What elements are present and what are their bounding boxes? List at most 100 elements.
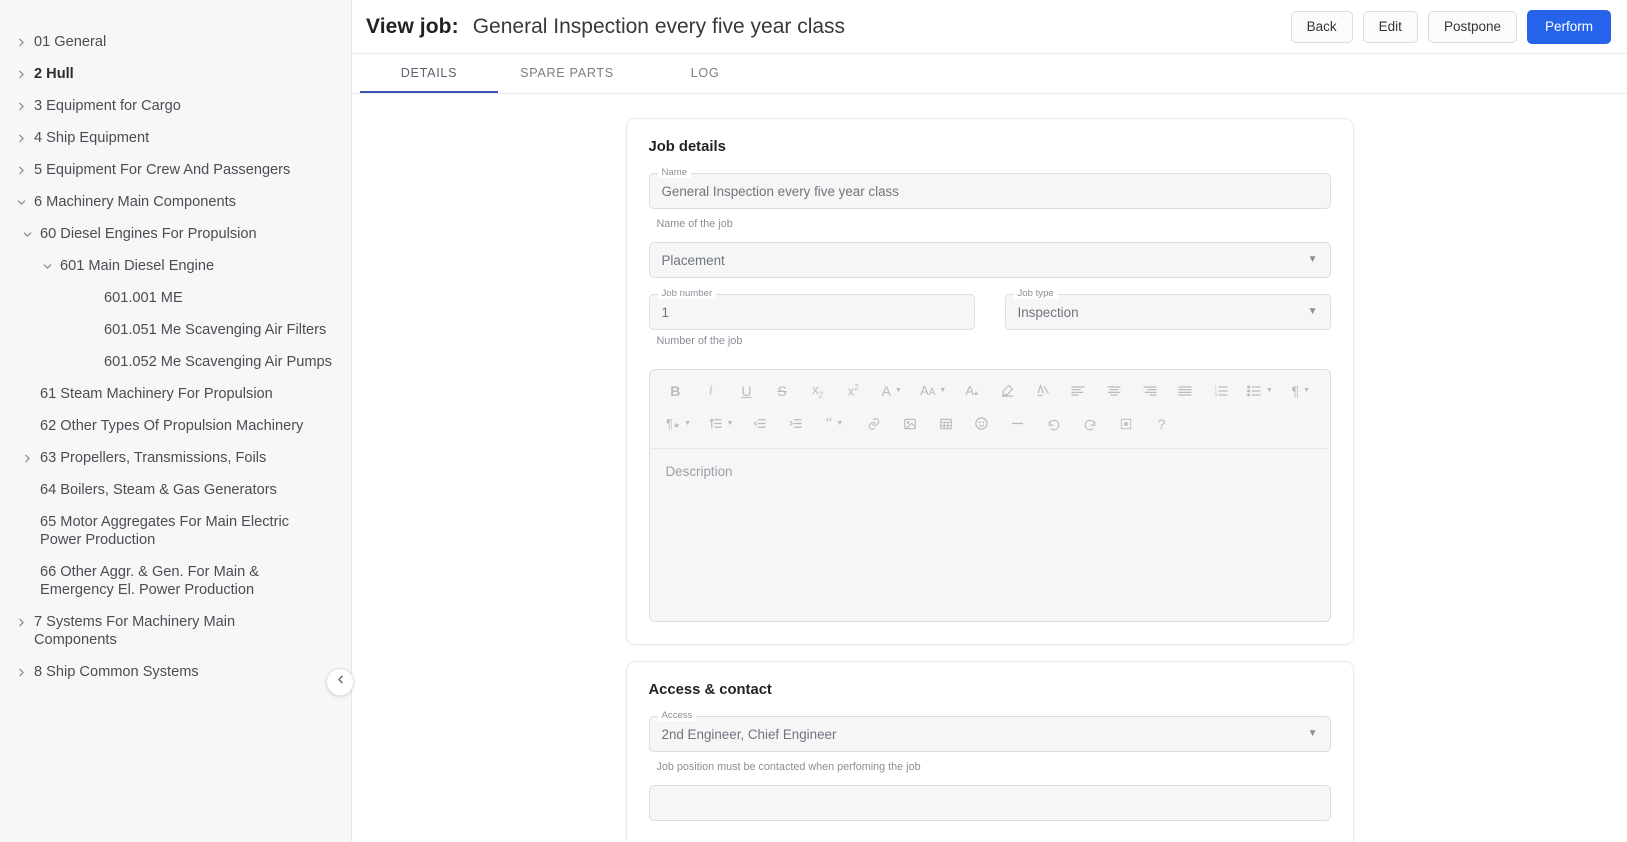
- sidebar-item-9[interactable]: 601.051 Me Scavenging Air Filters: [0, 314, 351, 346]
- sidebar-collapse-button[interactable]: [326, 668, 354, 696]
- chevron-right-icon[interactable]: [10, 663, 32, 681]
- sidebar-item-7[interactable]: 601 Main Diesel Engine: [0, 250, 351, 282]
- contact-select[interactable]: [648, 785, 1331, 821]
- sidebar-item-17[interactable]: 7 Systems For Machinery Main Components: [0, 606, 351, 656]
- link-icon[interactable]: [856, 410, 892, 438]
- chevron-left-icon: [334, 673, 347, 691]
- chevron-down-icon: ▼: [1307, 728, 1318, 739]
- sidebar-item-0[interactable]: 01 General: [0, 26, 351, 58]
- emoji-icon[interactable]: [964, 410, 1000, 438]
- sidebar-item-4[interactable]: 5 Equipment For Crew And Passengers: [0, 154, 351, 186]
- horizontal-rule-icon[interactable]: [1000, 410, 1036, 438]
- paragraph-style-icon[interactable]: ¶★ ▼: [658, 410, 700, 438]
- font-family-icon[interactable]: A ▼: [871, 377, 913, 405]
- align-justify-icon[interactable]: [1167, 377, 1203, 405]
- sidebar-item-2[interactable]: 3 Equipment for Cargo: [0, 90, 351, 122]
- chevron-down-icon: ▼: [726, 420, 734, 427]
- sidebar-item-label: 5 Equipment For Crew And Passengers: [34, 162, 291, 178]
- access-select[interactable]: 2nd Engineer, Chief Engineer ▼: [648, 716, 1331, 752]
- strikethrough-icon[interactable]: S: [764, 377, 800, 405]
- align-left-icon[interactable]: [1061, 377, 1097, 405]
- sidebar-item-18[interactable]: 8 Ship Common Systems: [0, 656, 351, 688]
- sidebar-item-8[interactable]: 601.001 ME: [0, 282, 351, 314]
- tab-log[interactable]: LOG: [636, 54, 774, 93]
- edit-button[interactable]: Edit: [1362, 10, 1418, 43]
- sidebar-item-6[interactable]: 60 Diesel Engines For Propulsion: [0, 218, 351, 250]
- page-title: View job: General Inspection every five …: [366, 15, 845, 39]
- name-input[interactable]: General Inspection every five year class: [648, 173, 1331, 209]
- sidebar-item-15[interactable]: 65 Motor Aggregates For Main Electric Po…: [0, 506, 351, 556]
- sidebar-item-1[interactable]: 2 Hull: [0, 58, 351, 90]
- tab-details[interactable]: DETAILS: [360, 54, 498, 93]
- image-icon[interactable]: [892, 410, 928, 438]
- chevron-right-icon[interactable]: [10, 65, 32, 83]
- chevron-down-icon: ▼: [1307, 306, 1318, 317]
- job-number-input[interactable]: 1: [648, 294, 975, 330]
- bullet-list-icon[interactable]: ▼: [1239, 377, 1281, 405]
- line-height-icon[interactable]: ▼: [700, 410, 742, 438]
- show-blocks-icon[interactable]: [1108, 410, 1144, 438]
- sidebar-item-16[interactable]: 66 Other Aggr. & Gen. For Main & Emergen…: [0, 556, 351, 606]
- chevron-down-icon[interactable]: [36, 257, 58, 275]
- chevron-down-icon: ▼: [939, 387, 947, 394]
- sidebar-item-label: 61 Steam Machinery For Propulsion: [40, 386, 273, 402]
- postpone-button[interactable]: Postpone: [1427, 10, 1517, 43]
- sidebar-item-13[interactable]: 63 Propellers, Transmissions, Foils: [0, 442, 351, 474]
- contact-field-wrapper: [648, 785, 1331, 821]
- chevron-right-icon[interactable]: [10, 613, 32, 631]
- remove-format-icon[interactable]: [1025, 377, 1061, 405]
- sidebar-item-11[interactable]: 61 Steam Machinery For Propulsion: [0, 378, 351, 410]
- sidebar-item-5[interactable]: 6 Machinery Main Components: [0, 186, 351, 218]
- sidebar-item-label: 601.001 ME: [104, 290, 183, 306]
- back-button[interactable]: Back: [1290, 10, 1353, 43]
- sidebar-item-3[interactable]: 4 Ship Equipment: [0, 122, 351, 154]
- chevron-down-icon[interactable]: [10, 193, 32, 211]
- outdent-icon[interactable]: [742, 410, 778, 438]
- table-icon[interactable]: [928, 410, 964, 438]
- chevron-down-icon: ▼: [1307, 254, 1318, 265]
- text-color-icon[interactable]: A▴: [954, 377, 990, 405]
- ordered-list-icon[interactable]: 123: [1203, 377, 1239, 405]
- help-icon[interactable]: ?: [1144, 410, 1180, 438]
- highlight-color-icon[interactable]: [990, 377, 1026, 405]
- sidebar-item-label: 65 Motor Aggregates For Main Electric Po…: [40, 514, 290, 548]
- superscript-icon[interactable]: x2: [835, 377, 871, 405]
- content-column: Job details Name General Inspection ever…: [625, 118, 1354, 842]
- description-textarea[interactable]: Description: [649, 449, 1330, 621]
- perform-button[interactable]: Perform: [1526, 9, 1611, 44]
- undo-icon[interactable]: [1036, 410, 1072, 438]
- tab-bar: DETAILS SPARE PARTS LOG: [352, 54, 1627, 94]
- chevron-right-icon[interactable]: [16, 449, 38, 467]
- sidebar-item-label: 7 Systems For Machinery Main Components: [34, 614, 236, 648]
- sidebar-item-10[interactable]: 601.052 Me Scavenging Air Pumps: [0, 346, 351, 378]
- tab-spare-parts[interactable]: SPARE PARTS: [498, 54, 636, 93]
- italic-icon[interactable]: i: [693, 377, 729, 405]
- access-field-wrapper: Access 2nd Engineer, Chief Engineer ▼: [648, 710, 1331, 752]
- chevron-right-icon[interactable]: [10, 97, 32, 115]
- chevron-right-icon[interactable]: [10, 33, 32, 51]
- sidebar-item-label: 6 Machinery Main Components: [34, 194, 236, 210]
- indent-icon[interactable]: [778, 410, 814, 438]
- align-right-icon[interactable]: [1132, 377, 1168, 405]
- sidebar-item-label: 63 Propellers, Transmissions, Foils: [40, 450, 267, 466]
- sidebar-item-12[interactable]: 62 Other Types Of Propulsion Machinery: [0, 410, 351, 442]
- align-center-icon[interactable]: [1096, 377, 1132, 405]
- blockquote-icon[interactable]: “▼: [814, 410, 856, 438]
- sidebar-item-14[interactable]: 64 Boilers, Steam & Gas Generators: [0, 474, 351, 506]
- job-type-select[interactable]: Inspection ▼: [1004, 294, 1331, 330]
- subscript-icon[interactable]: x2: [800, 377, 836, 405]
- job-type-value: Inspection: [1017, 304, 1079, 320]
- chevron-right-icon[interactable]: [10, 129, 32, 147]
- chevron-down-icon[interactable]: [16, 225, 38, 243]
- redo-icon[interactable]: [1072, 410, 1108, 438]
- underline-icon[interactable]: U: [729, 377, 765, 405]
- paragraph-mark-icon[interactable]: ¶ ▼: [1280, 377, 1322, 405]
- access-helper: Job position must be contacted when perf…: [656, 761, 921, 773]
- bold-icon[interactable]: B: [658, 377, 694, 405]
- app-root: 01 General 2 Hull 3 Equipment for Cargo 4 S…: [0, 0, 1627, 842]
- font-size-icon[interactable]: AA ▼: [912, 377, 954, 405]
- placement-select[interactable]: Placement ▼: [648, 242, 1331, 278]
- chevron-right-icon[interactable]: [10, 161, 32, 179]
